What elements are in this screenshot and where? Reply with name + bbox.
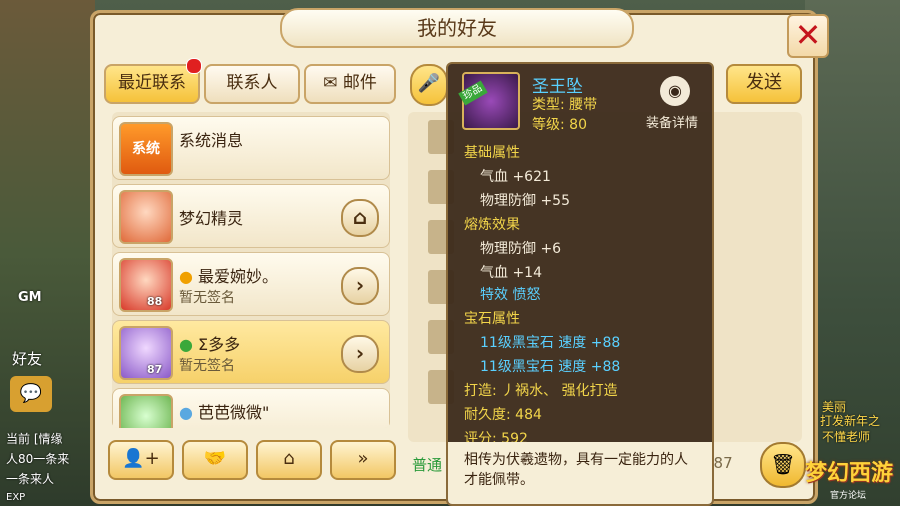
durability: 耐久度: 484 — [464, 407, 542, 423]
chat-line-2: 人80一条来 — [6, 452, 70, 466]
special-effect: 特效 愤怒 — [480, 287, 541, 303]
status-icon: ● — [179, 403, 199, 422]
status-icon: ● — [179, 335, 199, 354]
chat-bubble-icon[interactable]: 💬 — [10, 376, 52, 412]
list-item[interactable]: ● 芭芭微微" — [112, 388, 390, 428]
list-item[interactable]: 系统 系统消息 — [112, 116, 390, 180]
list-item[interactable]: 87 ● Σ多多 暂无签名 › — [112, 320, 390, 384]
right-line-3: 打发新年之 — [820, 414, 881, 428]
item-level: 等级: 80 — [532, 117, 587, 133]
avatar — [119, 190, 173, 244]
contact-name-text: Σ多多 — [198, 335, 241, 354]
microphone-icon[interactable]: 🎤 — [410, 64, 448, 106]
avatar — [119, 258, 173, 312]
gem-stat: 11级黑宝石 速度 +88 — [480, 359, 621, 375]
status-icon: ● — [179, 267, 199, 286]
contact-name: ● Σ多多 — [179, 331, 240, 355]
item-tooltip: 珍品 圣王坠 类型: 腰带 等级: 80 ◉ 装备详情 基础属性 气血 +621… — [446, 62, 714, 506]
item-type: 类型: 腰带 — [532, 97, 598, 113]
list-item[interactable]: 88 ● 最爱婉妙。 暂无签名 › — [112, 252, 390, 316]
eye-icon[interactable]: ◉ — [660, 76, 690, 106]
tab-mail[interactable]: ✉ 邮件 — [304, 64, 396, 104]
base-header: 基础属性 — [464, 145, 520, 161]
avatar — [119, 326, 173, 380]
window-title: 我的好友 — [280, 8, 634, 48]
mail-icon: ✉ — [323, 73, 343, 93]
tab-contacts[interactable]: 联系人 — [204, 64, 300, 104]
chevron-right-icon[interactable]: › — [341, 267, 379, 305]
logo-text: 梦幻西游 — [805, 461, 894, 486]
house-icon[interactable]: ⌂ — [256, 440, 322, 480]
description-box: 相传为伏羲遗物，具有一定能力的人才能佩带。 — [448, 442, 712, 504]
gm-label[interactable]: GM — [18, 290, 42, 305]
contact-signature: 暂无签名 — [179, 290, 235, 306]
equip-detail-label[interactable]: 装备详情 — [646, 112, 698, 131]
contact-signature: 暂无签名 — [179, 358, 235, 374]
level-badge: 87 — [147, 363, 163, 376]
system-icon: 系统 — [119, 122, 173, 176]
contact-list[interactable]: 系统 系统消息 梦幻精灵 ⌂ 88 ● 最爱婉妙。 暂无签名 › 87 ● Σ多… — [112, 112, 390, 428]
avatar — [119, 394, 173, 428]
refine-stat: 物理防御 +6 — [480, 241, 562, 257]
level-badge: 88 — [147, 295, 163, 308]
chat-line-3: 一条来人 — [6, 472, 55, 486]
friend-label[interactable]: 好友 — [12, 348, 42, 369]
refine-stat: 气血 +14 — [480, 265, 542, 281]
base-stat: 气血 +621 — [480, 169, 551, 185]
chat-line-1: 当前 [情缘 — [6, 432, 63, 446]
send-button[interactable]: 发送 — [726, 64, 802, 104]
list-item[interactable]: 梦幻精灵 ⌂ — [112, 184, 390, 248]
notification-dot — [186, 58, 202, 74]
close-button[interactable]: ✕ — [787, 14, 829, 58]
contact-name: 系统消息 — [179, 131, 244, 150]
chat-mode-label[interactable]: 普通 — [412, 454, 442, 475]
gem-header: 宝石属性 — [464, 311, 520, 327]
contact-name-text: 最爱婉妙。 — [198, 267, 279, 286]
base-stat: 物理防御 +55 — [480, 193, 570, 209]
tab-recent[interactable]: 最近联系 — [104, 64, 200, 104]
tab-mail-label: 邮件 — [342, 73, 377, 93]
handshake-icon[interactable]: 🤝 — [182, 440, 248, 480]
logo-subtitle: 官方论坛 — [830, 491, 867, 501]
refine-header: 熔炼效果 — [464, 217, 520, 233]
item-description: 相传为伏羲遗物，具有一定能力的人才能佩带。 — [464, 452, 688, 488]
contact-name: ● 最爱婉妙。 — [179, 263, 278, 287]
home-icon[interactable]: ⌂ — [341, 199, 379, 237]
forge-info: 打造: 丿祸水、 强化打造 — [464, 383, 618, 399]
chevron-right-icon[interactable]: › — [341, 335, 379, 373]
double-chevron-icon[interactable]: » — [330, 440, 396, 480]
exp-label: EXP — [6, 492, 26, 503]
contact-name: 梦幻精灵 — [179, 209, 244, 228]
gem-stat: 11级黑宝石 速度 +88 — [480, 335, 621, 351]
right-line-2: 不懂老师 — [822, 430, 871, 444]
trash-icon[interactable]: 🗑 — [760, 442, 806, 488]
contact-name: ● 芭芭微微" — [179, 399, 269, 423]
add-friend-icon[interactable]: 👤+ — [108, 440, 174, 480]
contact-name-text: 芭芭微微" — [198, 403, 270, 422]
